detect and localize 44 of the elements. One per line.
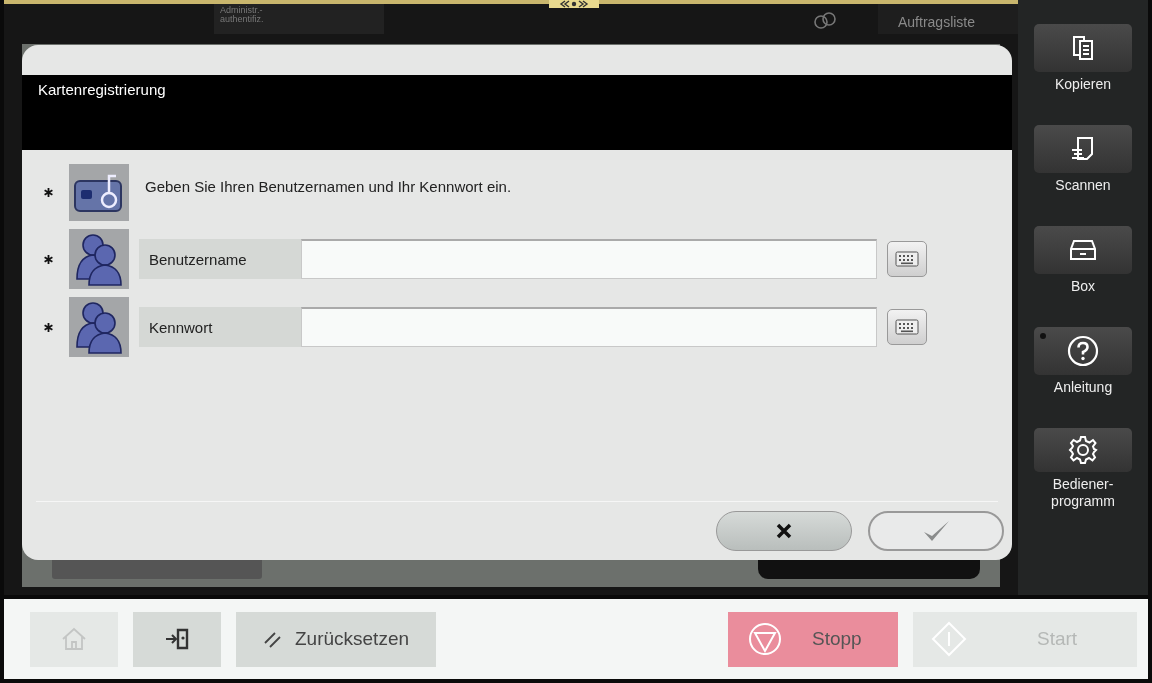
job-list-tab[interactable]: Auftragsliste	[878, 4, 1018, 34]
logout-button[interactable]	[133, 611, 221, 667]
drag-handle-icon[interactable]	[549, 0, 599, 8]
field-label: Benutzername	[139, 239, 301, 279]
door-arrow-icon	[164, 627, 190, 651]
settings-icon	[1068, 435, 1098, 465]
input-field[interactable]	[301, 307, 877, 347]
scan-document-icon	[1070, 136, 1096, 162]
sidebar-label: Scannen	[1055, 177, 1111, 194]
copy-button[interactable]	[1034, 24, 1132, 72]
sidebar-label: Bediener- programm	[1051, 476, 1115, 510]
keyboard-button[interactable]	[887, 241, 927, 277]
stop-button[interactable]: Stopp	[728, 611, 898, 667]
keyboard-button[interactable]	[887, 309, 927, 345]
keyboard-icon	[895, 319, 919, 335]
reset-button[interactable]: Zurücksetzen	[236, 611, 436, 667]
start-icon	[931, 621, 967, 657]
input-field[interactable]	[301, 239, 877, 279]
dialog-title: Kartenregistrierung	[38, 81, 166, 98]
indicator-dot	[1040, 333, 1046, 339]
home-icon	[61, 627, 87, 651]
users-icon	[69, 297, 129, 357]
card-key-icon	[69, 164, 129, 221]
stop-icon	[748, 622, 782, 656]
instruction-text: Geben Sie Ihren Benutzernamen und Ihr Kennwort ein.	[145, 178, 512, 195]
auth-label: Administr.- authentifiz.	[214, 4, 384, 34]
settings-button[interactable]	[1034, 428, 1132, 472]
sidebar-label: Kopieren	[1054, 76, 1111, 93]
chain-link-icon[interactable]	[812, 10, 838, 32]
documents-icon	[1070, 35, 1096, 61]
close-icon	[776, 523, 792, 539]
tray-icon	[1069, 238, 1097, 262]
sidebar-label: Anleitung	[1053, 379, 1113, 396]
cancel-button[interactable]	[716, 511, 852, 551]
help-icon	[1067, 335, 1099, 367]
users-icon	[69, 229, 129, 289]
keyboard-icon	[895, 251, 919, 267]
scan-button[interactable]	[1034, 125, 1132, 173]
sidebar-label: Box	[1070, 278, 1096, 295]
box-button[interactable]	[1034, 226, 1132, 274]
field-label: Kennwort	[139, 307, 301, 347]
double-slash-icon	[262, 629, 283, 649]
help-button[interactable]	[1034, 327, 1132, 375]
checkmark-icon	[921, 519, 951, 543]
